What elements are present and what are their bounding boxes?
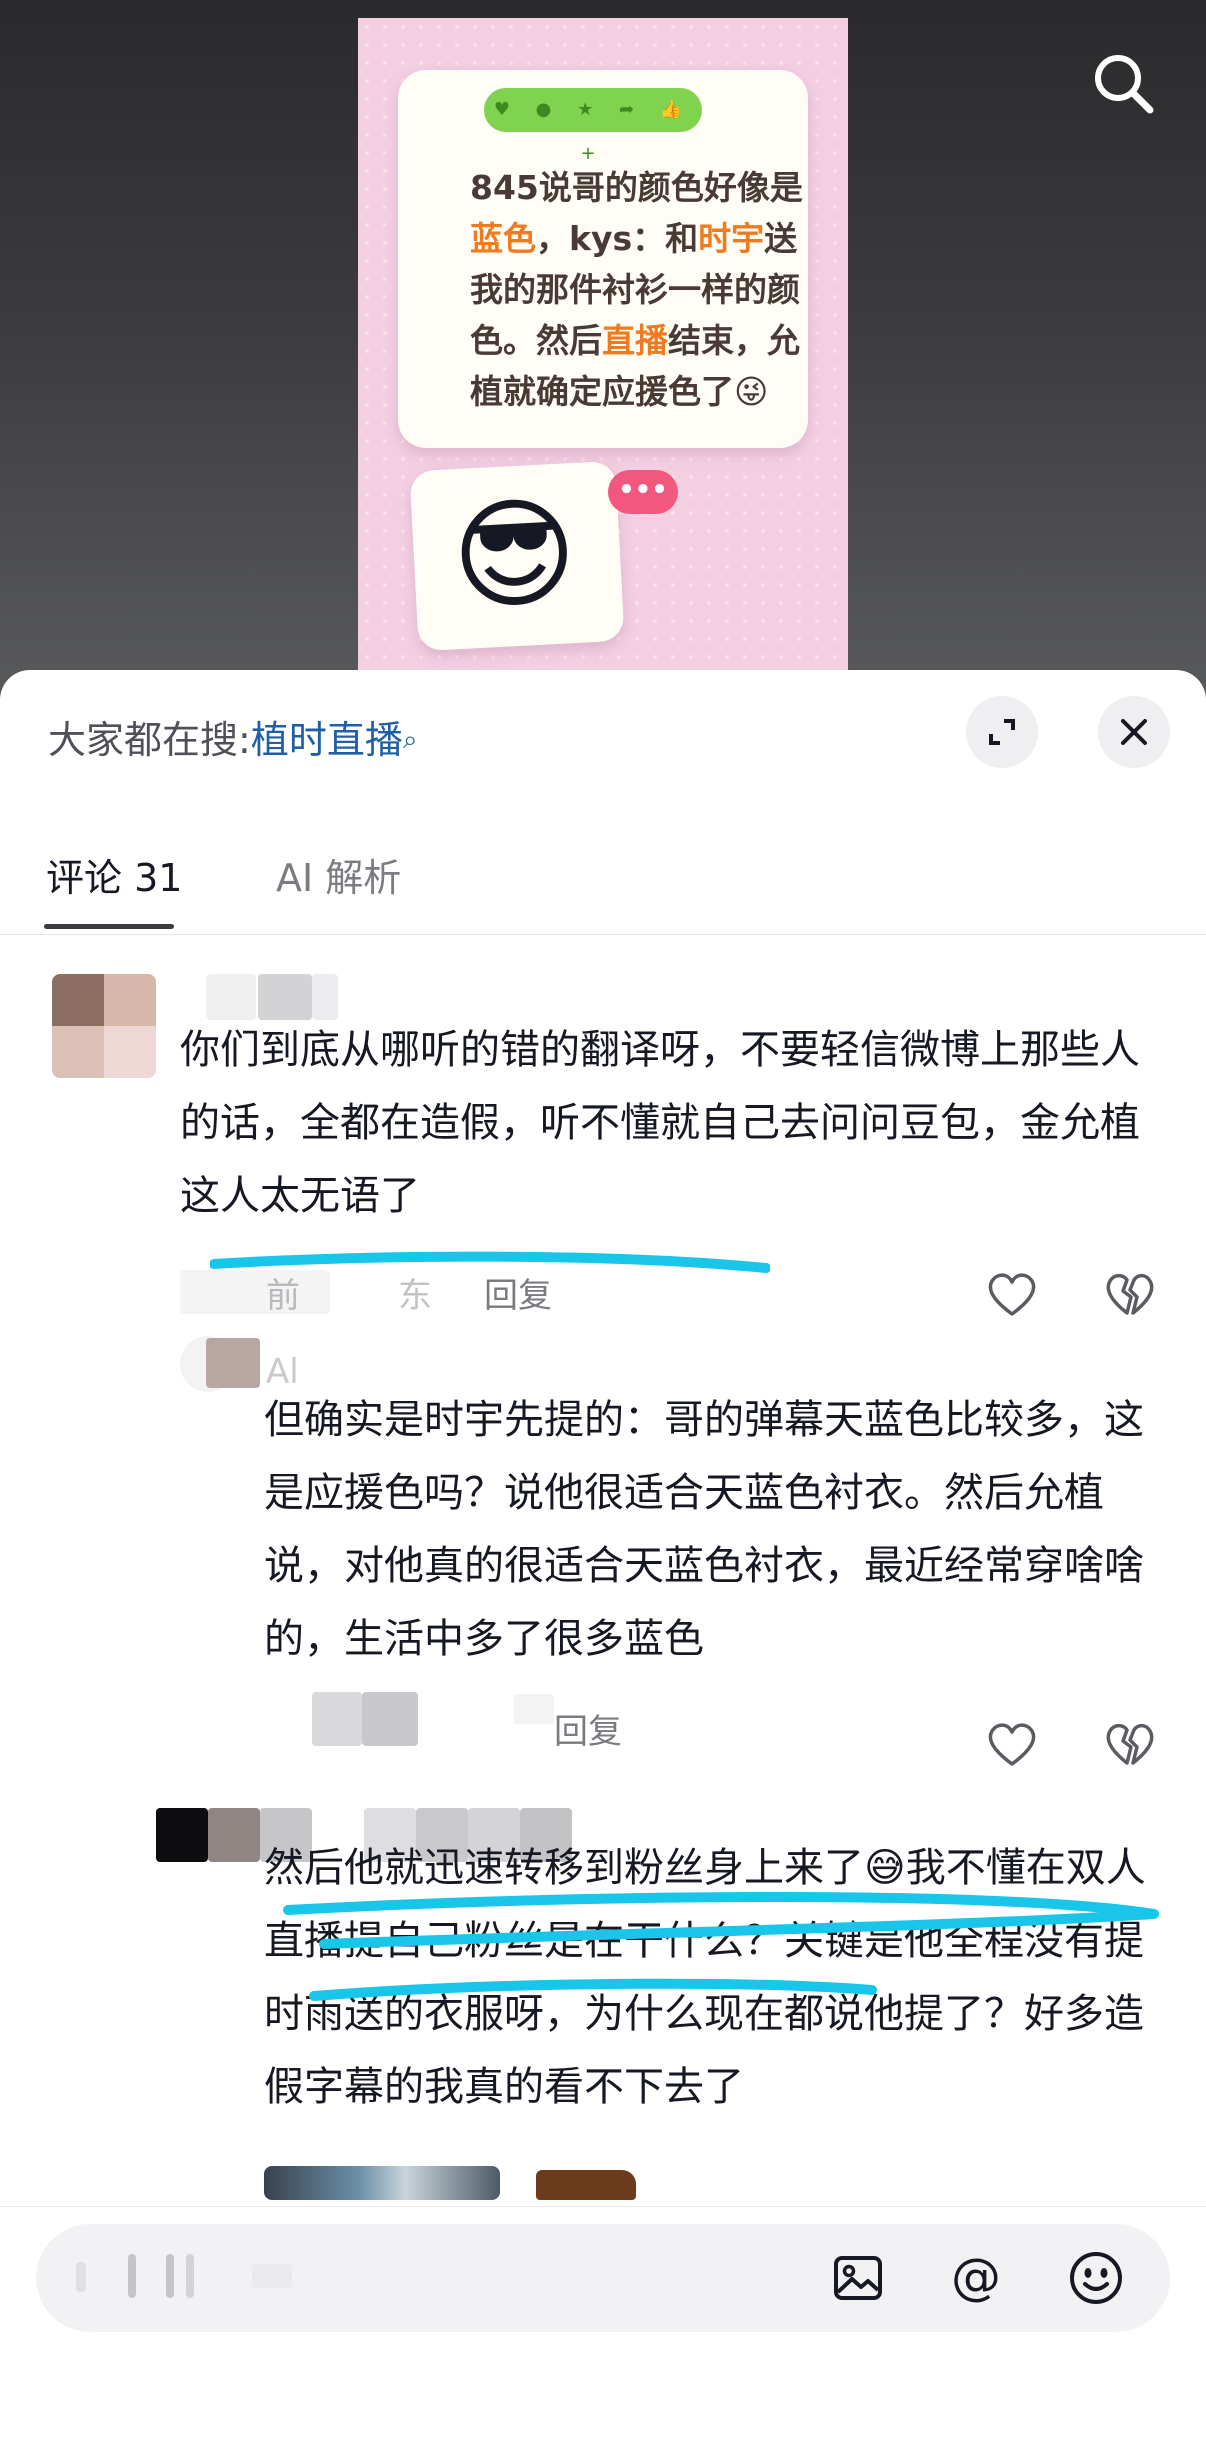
expand-icon bbox=[989, 719, 1015, 745]
comment-input[interactable]: @ bbox=[36, 2224, 1170, 2332]
comment-location-blurred: 东 bbox=[398, 1276, 432, 1316]
video-frame-card: ♥ ● ★ ➦ 👍 + 845说哥的颜色好像是蓝色，kys：和时宇送我的那件衬衫… bbox=[358, 18, 848, 700]
input-divider bbox=[0, 2206, 1206, 2207]
bubble-reaction-bar: ♥ ● ★ ➦ 👍 + bbox=[484, 88, 702, 164]
typing-dots-bubble: ••• bbox=[608, 470, 678, 514]
comment-date-blurred: 前 bbox=[266, 1276, 300, 1316]
sweat-smile-emoji: 😅 bbox=[864, 1845, 906, 1891]
comment-image-thumbnail[interactable] bbox=[264, 2166, 500, 2200]
sunglasses-emoji: 😎 bbox=[448, 482, 581, 629]
hot-search-keyword[interactable]: 植时直播 bbox=[251, 718, 403, 762]
dislike-broken-heart-icon[interactable] bbox=[1100, 1714, 1160, 1774]
placeholder-blurred bbox=[252, 2264, 292, 2288]
speech-bubble: ♥ ● ★ ➦ 👍 + 845说哥的颜色好像是蓝色，kys：和时宇送我的那件衬衫… bbox=[398, 70, 808, 448]
tabs-divider bbox=[0, 934, 1206, 935]
placeholder-blurred bbox=[166, 2254, 174, 2298]
comment-text: 你们到底从哪听的错的翻译呀，不要轻信微博上那些人的话，全都在造假，听不懂就自己去… bbox=[180, 1027, 1140, 1219]
sheet-tabs: 评论 31 AI 解析 bbox=[0, 830, 1206, 926]
like-heart-icon[interactable] bbox=[982, 1264, 1042, 1324]
avatar[interactable] bbox=[52, 974, 156, 1078]
tab-ai-analysis[interactable]: AI 解析 bbox=[276, 830, 401, 926]
search-icon[interactable] bbox=[1088, 48, 1160, 120]
bubble-caption: 845说哥的颜色好像是蓝色，kys：和时宇送我的那件衬衫一样的颜色。然后直播结束… bbox=[470, 168, 803, 411]
comment-image-thumbnail[interactable] bbox=[536, 2170, 636, 2200]
close-button[interactable] bbox=[1098, 696, 1170, 768]
search-small-icon: ⌕ bbox=[402, 725, 418, 755]
emoji-icon[interactable] bbox=[1066, 2248, 1126, 2308]
comment-text: 然后他就迅速转移到粉丝身上来了😅我不懂在双人直播提自己粉丝是在干什么？关键是他全… bbox=[264, 1845, 1146, 2110]
like-heart-icon[interactable] bbox=[982, 1714, 1042, 1774]
image-icon[interactable] bbox=[828, 2248, 888, 2308]
close-icon bbox=[1121, 719, 1147, 745]
comment-meta: 前 东 回复 bbox=[180, 1266, 660, 1316]
dislike-broken-heart-icon[interactable] bbox=[1100, 1264, 1160, 1324]
at-icon[interactable]: @ bbox=[946, 2248, 1006, 2308]
expand-button[interactable] bbox=[966, 696, 1038, 768]
placeholder-blurred bbox=[128, 2254, 136, 2298]
active-tab-indicator bbox=[44, 924, 174, 929]
reply-button[interactable]: 回复 bbox=[484, 1268, 552, 1317]
avatar-blurred[interactable] bbox=[208, 1808, 260, 1862]
placeholder-blurred bbox=[186, 2254, 194, 2298]
video-player[interactable]: ♥ ● ★ ➦ 👍 + 845说哥的颜色好像是蓝色，kys：和时宇送我的那件衬衫… bbox=[0, 0, 1206, 700]
hot-search-bar[interactable]: 大家都在搜:植时直播⌕ bbox=[48, 710, 417, 770]
emoji-sticker-card: 😎 bbox=[409, 460, 625, 652]
reply-button[interactable]: 回复 bbox=[554, 1704, 622, 1753]
avatar-blurred[interactable] bbox=[156, 1808, 208, 1862]
hot-search-prefix: 大家都在搜: bbox=[48, 718, 251, 762]
avatar-blurred-overlay bbox=[206, 1338, 260, 1388]
placeholder-blurred bbox=[76, 2262, 86, 2292]
comment-sheet: 大家都在搜:植时直播⌕ 评论 31 AI 解析 你们到底从哪听的错的翻译呀，不要… bbox=[0, 670, 1206, 2454]
comment-text: 但确实是时宇先提的：哥的弹幕天蓝色比较多，这是应援色吗？说他很适合天蓝色衬衣。然… bbox=[264, 1397, 1144, 1662]
comment-meta: 回复 bbox=[264, 1692, 664, 1752]
tab-comments[interactable]: 评论 31 bbox=[46, 830, 182, 926]
svg-text:@: @ bbox=[951, 2248, 1001, 2306]
